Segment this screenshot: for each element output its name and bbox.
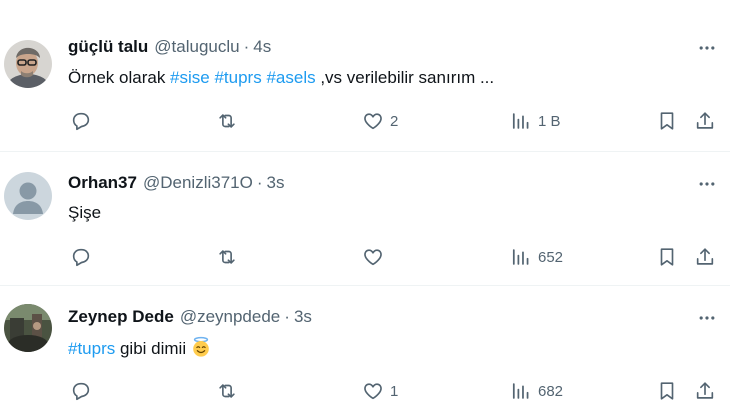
action-bar: 2 1 B (68, 108, 718, 134)
retweet-icon (216, 246, 238, 268)
hashtag-link[interactable]: #asels (266, 68, 315, 87)
timestamp[interactable]: 3s (294, 307, 312, 327)
retweet-button[interactable] (216, 378, 238, 404)
avatar[interactable] (4, 172, 52, 220)
timestamp[interactable]: 3s (267, 173, 285, 193)
bookmark-button[interactable] (656, 244, 678, 270)
user-handle[interactable]: @Denizli371O (143, 173, 253, 193)
timestamp[interactable]: 4s (253, 37, 271, 57)
share-button[interactable] (694, 378, 716, 404)
more-button[interactable] (696, 307, 718, 329)
more-button[interactable] (696, 37, 718, 59)
views-button[interactable]: 652 (510, 244, 563, 270)
more-icon (697, 308, 717, 328)
like-button[interactable] (362, 244, 384, 270)
views-icon (510, 110, 532, 132)
tweet-text: #tuprs gibi dimii (68, 336, 212, 361)
share-icon (694, 380, 716, 402)
retweet-icon (216, 380, 238, 402)
views-button[interactable]: 1 B (510, 108, 561, 134)
share-icon (694, 110, 716, 132)
user-handle[interactable]: @taluguclu (154, 37, 239, 57)
default-profile-icon (4, 172, 52, 220)
bookmark-icon (656, 110, 678, 132)
user-photo-icon (4, 304, 52, 352)
separator-dot: · (256, 173, 263, 192)
reply-icon (70, 246, 92, 268)
share-button[interactable] (694, 108, 716, 134)
hashtag-link[interactable]: #tuprs (68, 339, 115, 358)
reply-button[interactable] (70, 244, 92, 270)
more-icon (697, 174, 717, 194)
reply-icon (70, 110, 92, 132)
like-button[interactable]: 1 (362, 378, 398, 404)
tweet-header: güçlü talu @taluguclu · 4s (68, 36, 271, 58)
tweet-text: Şişe (68, 201, 101, 225)
avatar[interactable] (4, 304, 52, 352)
text-segment: Örnek olarak (68, 68, 171, 87)
user-handle[interactable]: @zeynpdede (180, 307, 280, 327)
text-segment: gibi dimii (115, 339, 187, 358)
tweet-text: Örnek olarak #sise #tuprs #asels ,vs ver… (68, 66, 494, 90)
tweet[interactable]: Orhan37 @Denizli371O · 3s Şişe 652 (0, 152, 730, 286)
hashtag-link[interactable]: #tuprs (214, 68, 261, 87)
text-segment: ,vs verilebilir sanırım ... (315, 68, 495, 87)
view-count: 652 (538, 248, 564, 266)
text-segment: Şişe (68, 203, 102, 222)
views-icon (510, 380, 532, 402)
retweet-button[interactable] (216, 244, 238, 270)
action-bar: 1 682 (68, 378, 718, 404)
view-count: 682 (538, 382, 564, 400)
retweet-icon (216, 110, 238, 132)
avatar[interactable] (4, 40, 52, 88)
bookmark-icon (656, 380, 678, 402)
more-icon (697, 38, 717, 58)
more-button[interactable] (696, 173, 718, 195)
tweet[interactable]: Zeynep Dede @zeynpdede · 3s #tuprs gibi … (0, 286, 730, 420)
reply-icon (70, 380, 92, 402)
views-icon (510, 246, 532, 268)
like-count: 2 (390, 112, 399, 130)
user-name[interactable]: Zeynep Dede (68, 307, 174, 327)
share-icon (694, 246, 716, 268)
view-count: 1 B (538, 112, 561, 130)
user-name[interactable]: Orhan37 (68, 173, 137, 193)
like-count: 1 (390, 382, 399, 400)
hashtag-link[interactable]: #sise (170, 68, 210, 87)
reply-button[interactable] (70, 378, 92, 404)
separator-dot: · (243, 37, 250, 56)
separator-dot: · (284, 307, 290, 326)
views-button[interactable]: 682 (510, 378, 563, 404)
bookmark-icon (656, 246, 678, 268)
like-icon (362, 246, 384, 268)
tweet-header: Orhan37 @Denizli371O · 3s (68, 172, 285, 194)
like-icon (362, 380, 384, 402)
reply-button[interactable] (70, 108, 92, 134)
like-icon (362, 110, 384, 132)
user-name[interactable]: güçlü talu (68, 37, 148, 57)
like-button[interactable]: 2 (362, 108, 398, 134)
smiling-face-with-halo-icon (193, 336, 209, 357)
tweet[interactable]: güçlü talu @taluguclu · 4s Örnek olarak … (0, 0, 730, 152)
bookmark-button[interactable] (656, 108, 678, 134)
bookmark-button[interactable] (656, 378, 678, 404)
share-button[interactable] (694, 244, 716, 270)
tweet-header: Zeynep Dede @zeynpdede · 3s (68, 306, 312, 328)
user-photo-icon (4, 40, 52, 88)
action-bar: 652 (68, 244, 718, 270)
retweet-button[interactable] (216, 108, 238, 134)
